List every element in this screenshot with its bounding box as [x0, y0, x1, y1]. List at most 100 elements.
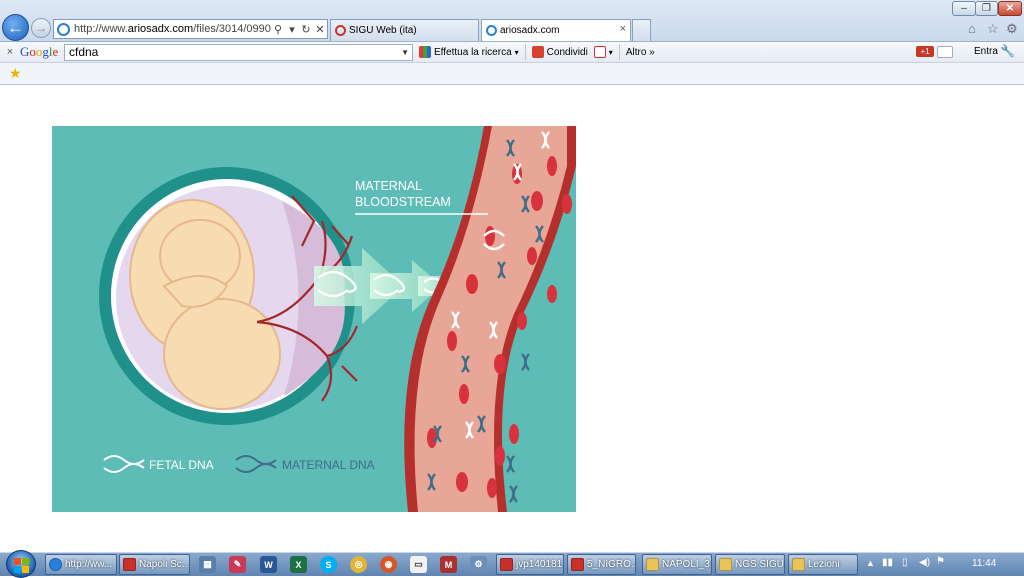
ie-favicon-icon — [57, 22, 70, 36]
back-arrow-icon: ← — [7, 17, 24, 37]
google-toolbar: × Google cfdna ▼ Effettua la ricerca ▾ C… — [0, 42, 1024, 63]
url-prefix: http://www. — [74, 23, 128, 35]
clock[interactable]: 11:44 — [972, 558, 996, 569]
app-pin-icon[interactable]: ▦ — [199, 556, 216, 573]
no-share-icon — [593, 46, 606, 58]
url-domain: ariosadx.com — [127, 23, 194, 35]
start-button[interactable] — [6, 550, 36, 578]
label-maternal-line1: MATERNAL — [355, 179, 422, 193]
search-dropdown-icon[interactable]: ▼ — [401, 45, 409, 60]
maximize-button[interactable]: ❐ — [975, 1, 998, 16]
tab-favicon-icon — [335, 25, 346, 36]
windows-taskbar: http://ww... Napoli Sc... ▦ ✎ W X S ◎ ◉ … — [0, 550, 1024, 578]
address-url[interactable]: http://www.ariosadx.com/files/3014/0990/… — [74, 23, 271, 35]
pdf-icon — [123, 558, 136, 571]
search-button-label: Effettua la ricerca — [434, 46, 512, 58]
taskbar-item-jvp[interactable]: jvp140181... — [496, 554, 564, 575]
divider — [618, 44, 620, 60]
volume-icon[interactable]: ◀) — [919, 557, 930, 568]
illustration-svg: MATERNAL BLOODSTREAM FETAL DNA MATERNAL … — [52, 126, 576, 512]
pdf-icon — [571, 558, 584, 571]
folder-icon — [646, 558, 659, 571]
legend-fetal-dna: FETAL DNA — [149, 458, 214, 472]
folder-icon — [719, 558, 732, 571]
tab-ariosadx[interactable]: ariosadx.com × — [481, 19, 631, 41]
taskbar-item-label: 5_NIGRO.... — [587, 559, 635, 570]
flag-icon[interactable]: ⚑ — [936, 556, 945, 567]
taskbar-item-lezioni[interactable]: Lezioni — [788, 554, 858, 575]
page-content: MATERNAL BLOODSTREAM FETAL DNA MATERNAL … — [0, 86, 1024, 552]
favorites-bar: ★ — [0, 63, 1024, 85]
legend-maternal-dna: MATERNAL DNA — [282, 458, 375, 472]
excel-icon[interactable]: X — [290, 556, 307, 573]
search-grid-icon — [419, 46, 431, 58]
ie-icon — [49, 558, 62, 571]
wrench-icon[interactable]: 🔧 — [1000, 44, 1015, 58]
dropdown-icon[interactable]: ▾ — [285, 23, 299, 36]
windows-logo-icon — [14, 558, 21, 565]
taskbar-item-napoli3[interactable]: NAPOLI_3... — [642, 554, 712, 575]
back-button[interactable]: ← — [2, 14, 29, 41]
chrome-icon[interactable]: ◎ — [350, 556, 367, 573]
app-pin-icon[interactable]: M — [440, 556, 457, 573]
tray-expand-icon[interactable]: ▲ — [866, 558, 875, 568]
close-button[interactable]: ✕ — [998, 1, 1022, 16]
home-icon[interactable]: ⌂ — [968, 21, 976, 36]
label-maternal-line2: BLOODSTREAM — [355, 195, 451, 209]
search-button[interactable]: Effettua la ricerca ▾ — [419, 46, 519, 58]
share-button-label: Condividi — [546, 46, 588, 58]
forward-button[interactable]: → — [31, 18, 51, 38]
tools-gear-icon[interactable]: ⚙ — [1006, 21, 1018, 37]
toolbar-close-icon[interactable]: × — [0, 46, 20, 58]
tab-label: ariosadx.com — [500, 25, 560, 36]
new-tab-button[interactable] — [632, 19, 651, 41]
battery-icon[interactable]: ▯ — [902, 557, 908, 568]
divider — [524, 44, 526, 60]
more-button[interactable]: Altro » — [626, 47, 655, 58]
app-pin-icon[interactable]: ✎ — [229, 556, 246, 573]
taskbar-item-label: http://ww... — [65, 559, 113, 570]
browser-titlebar: ← → http://www.ariosadx.com/files/3014/0… — [0, 0, 1024, 42]
forward-arrow-icon: → — [35, 21, 47, 35]
folder-icon — [792, 558, 805, 571]
add-favorites-icon[interactable]: ★ — [9, 65, 22, 82]
app-pin-icon[interactable]: ⚙ — [470, 556, 487, 573]
taskbar-item-ie[interactable]: http://ww... — [45, 554, 117, 575]
search-icon[interactable]: ⚲ — [271, 23, 285, 36]
google-search-input[interactable]: cfdna ▼ — [64, 43, 413, 61]
share-icon — [531, 46, 544, 58]
firefox-icon[interactable]: ◉ — [380, 556, 397, 573]
chevron-down-icon: ▾ — [514, 47, 519, 57]
address-bar[interactable]: http://www.ariosadx.com/files/3014/0990/… — [53, 19, 328, 39]
taskbar-item-label: jvp140181... — [516, 559, 563, 570]
taskbar-item-label: NGS SIGU ... — [735, 559, 784, 570]
tab-favicon-icon — [486, 25, 497, 36]
taskbar-item-napoli[interactable]: Napoli Sc... — [119, 554, 190, 575]
refresh-icon[interactable]: ↻ — [299, 23, 313, 36]
taskbar-item-ngs-sigu[interactable]: NGS SIGU ... — [715, 554, 785, 575]
tab-close-icon[interactable]: × — [620, 23, 626, 35]
share-button[interactable]: Condividi — [531, 46, 588, 58]
pdf-icon — [500, 558, 513, 571]
search-value: cfdna — [69, 44, 99, 59]
share-options-button[interactable]: ▾ — [593, 46, 613, 58]
taskbar-item-label: Lezioni — [808, 559, 840, 570]
minimize-button[interactable]: – — [952, 1, 976, 16]
network-icon[interactable]: ▮▮ — [882, 557, 893, 568]
document-icon[interactable]: ▭ — [410, 556, 427, 573]
fetal-dna-illustration: MATERNAL BLOODSTREAM FETAL DNA MATERNAL … — [52, 126, 576, 512]
url-path: /files/3014/0990/9371/fetus_ — [193, 23, 271, 35]
taskbar-item-nigro[interactable]: 5_NIGRO.... — [567, 554, 636, 575]
gplus-count — [937, 46, 953, 58]
gplus-button[interactable]: +1 — [916, 46, 934, 57]
tab-sigu-web[interactable]: SIGU Web (ita) — [330, 19, 479, 41]
taskbar-item-label: NAPOLI_3... — [662, 559, 711, 570]
signin-link[interactable]: Entra — [974, 46, 998, 57]
stop-icon[interactable]: ✕ — [313, 23, 327, 36]
word-icon[interactable]: W — [260, 556, 277, 573]
skype-icon[interactable]: S — [320, 556, 337, 573]
taskbar-item-label: Napoli Sc... — [139, 559, 190, 570]
tab-label: SIGU Web (ita) — [349, 25, 417, 36]
favorites-star-icon[interactable]: ☆ — [987, 21, 999, 37]
chevron-down-icon: ▾ — [608, 47, 613, 57]
